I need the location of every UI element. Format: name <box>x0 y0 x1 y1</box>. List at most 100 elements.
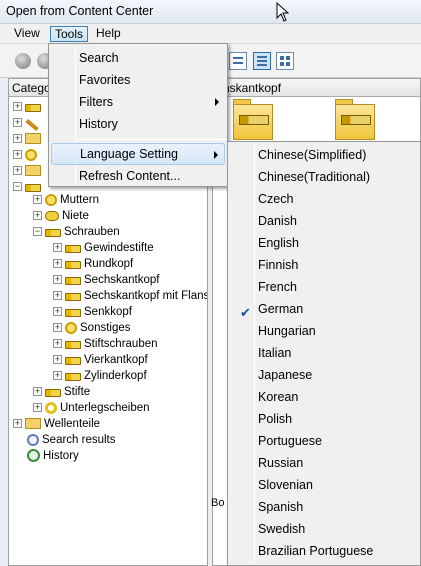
expand-icon[interactable]: + <box>53 275 62 285</box>
language-item-label: German <box>258 302 304 316</box>
menu-item-refresh-content[interactable]: Refresh Content... <box>51 165 225 187</box>
language-item[interactable]: Spanish <box>230 496 418 518</box>
expand-icon[interactable]: + <box>33 403 42 413</box>
tree-item-wellenteile[interactable]: + Wellenteile <box>13 416 100 432</box>
tree-row-hidden-3[interactable]: + <box>13 131 44 147</box>
language-item[interactable]: Chinese(Simplified) <box>230 144 418 166</box>
language-item[interactable]: Polish <box>230 408 418 430</box>
language-item[interactable]: Korean <box>230 386 418 408</box>
expand-icon[interactable]: + <box>33 211 42 221</box>
menu-item-filters[interactable]: Filters <box>51 91 225 113</box>
bolt-icon <box>65 340 81 349</box>
bolt-icon <box>65 244 81 253</box>
menu-item-history[interactable]: History <box>51 113 225 135</box>
expand-icon[interactable]: + <box>53 355 62 365</box>
language-item[interactable]: Portuguese <box>230 430 418 452</box>
language-item[interactable]: Chinese(Traditional) <box>230 166 418 188</box>
language-item-selected[interactable]: ✔ German <box>230 298 418 320</box>
tree-item-label: Sechskantkopf <box>84 274 160 286</box>
tree-item-unterlegscheiben[interactable]: + Unterlegscheiben <box>33 400 150 416</box>
tree-item-sechskantkopf[interactable]: + Sechskantkopf <box>53 272 159 288</box>
family-folder-icon[interactable] <box>233 99 273 143</box>
language-item[interactable]: Slovenian <box>230 474 418 496</box>
language-item[interactable]: French <box>230 276 418 298</box>
tree-item-label: Vierkantkopf <box>84 354 148 366</box>
language-item[interactable]: English <box>230 232 418 254</box>
tree-item-schrauben[interactable]: − Schrauben <box>33 224 120 240</box>
language-item[interactable]: Danish <box>230 210 418 232</box>
tree-row-hidden-2[interactable]: + <box>13 115 42 132</box>
menu-separator <box>77 139 225 140</box>
menu-item-language-setting[interactable]: Language Setting <box>51 143 225 165</box>
language-item[interactable]: Brazilian Portuguese <box>230 540 418 562</box>
expand-icon[interactable]: + <box>33 195 42 205</box>
expand-icon[interactable]: + <box>53 371 62 381</box>
expand-icon[interactable]: + <box>13 134 22 144</box>
tree-row-hidden-4[interactable]: + <box>13 147 40 163</box>
view-mode-dropdown-icon[interactable] <box>229 52 247 70</box>
language-item[interactable]: Czech <box>230 188 418 210</box>
tree-row-hidden-1[interactable]: + <box>13 99 44 115</box>
tree-item-stifte[interactable]: + Stifte <box>33 384 90 400</box>
menu-item-favorites[interactable]: Favorites <box>51 69 225 91</box>
tree-item-gewindestifte[interactable]: + Gewindestifte <box>53 240 154 256</box>
tree-item-sonstiges[interactable]: + Sonstiges <box>53 320 131 336</box>
expand-icon[interactable]: + <box>53 243 62 253</box>
tree-item-sechskantkopf-flansch[interactable]: + Sechskantkopf mit Flansch <box>53 288 207 304</box>
language-item[interactable]: Russian <box>230 452 418 474</box>
tree-item-label: Search results <box>42 434 116 446</box>
tree-item-label: Sonstiges <box>80 322 131 334</box>
expand-icon[interactable]: + <box>13 166 22 176</box>
expand-icon[interactable]: + <box>53 323 62 333</box>
language-item[interactable]: Hungarian <box>230 320 418 342</box>
tree-item-label: Unterlegscheiben <box>60 402 150 414</box>
tree-item-search-results[interactable]: Search results <box>27 432 116 448</box>
tree-item-zylinderkopf[interactable]: + Zylinderkopf <box>53 368 147 384</box>
expand-icon[interactable]: + <box>13 150 22 160</box>
language-item[interactable]: Swedish <box>230 518 418 540</box>
tree-item-vierkantkopf[interactable]: + Vierkantkopf <box>53 352 148 368</box>
menu-item-label: Language Setting <box>80 147 179 161</box>
tree-item-label: Stiftschrauben <box>84 338 158 350</box>
search-icon <box>27 433 39 446</box>
details-view-icon[interactable] <box>276 52 294 70</box>
collapse-icon[interactable]: − <box>13 182 22 192</box>
tree-row-hidden-5[interactable]: + <box>13 163 44 179</box>
language-item[interactable]: Italian <box>230 342 418 364</box>
tree-item-rundkopf[interactable]: + Rundkopf <box>53 256 133 272</box>
collapse-icon[interactable]: − <box>33 227 42 237</box>
language-item[interactable]: Finnish <box>230 254 418 276</box>
category-icon <box>25 165 41 177</box>
menu-help[interactable]: Help <box>92 26 125 42</box>
back-icon[interactable] <box>15 53 31 69</box>
list-view-icon[interactable] <box>253 52 271 70</box>
menu-item-search[interactable]: Search <box>51 47 225 69</box>
expand-icon[interactable]: + <box>33 387 42 397</box>
expand-icon[interactable]: + <box>13 118 22 128</box>
title-bar: Open from Content Center <box>0 0 421 24</box>
family-folder-icon[interactable] <box>335 99 375 143</box>
expand-icon[interactable]: + <box>53 339 62 349</box>
window-title: Open from Content Center <box>6 4 154 18</box>
menu-bar: View Tools Help <box>0 24 421 44</box>
category-icon <box>25 183 41 192</box>
expand-icon[interactable]: + <box>53 291 62 301</box>
tree-item-stiftschrauben[interactable]: + Stiftschrauben <box>53 336 158 352</box>
menu-view[interactable]: View <box>10 26 44 42</box>
expand-icon[interactable]: + <box>53 307 62 317</box>
bolt-icon <box>65 276 81 285</box>
tree-item-senkkopf[interactable]: + Senkkopf <box>53 304 132 320</box>
tree-item-muttern[interactable]: + Muttern <box>33 192 99 208</box>
tree-item-label: Muttern <box>60 194 99 206</box>
menu-item-label: Filters <box>79 95 114 109</box>
menu-tools[interactable]: Tools <box>50 26 89 42</box>
expand-icon[interactable]: + <box>13 419 22 429</box>
expand-icon[interactable]: + <box>13 102 22 112</box>
tree-item-label: Niete <box>62 210 89 222</box>
language-item[interactable]: Japanese <box>230 364 418 386</box>
expand-icon[interactable]: + <box>53 259 62 269</box>
rivet-icon <box>45 210 59 221</box>
tree-item-history[interactable]: History <box>27 448 79 464</box>
nut-icon <box>45 193 57 206</box>
tree-item-niete[interactable]: + Niete <box>33 208 89 224</box>
